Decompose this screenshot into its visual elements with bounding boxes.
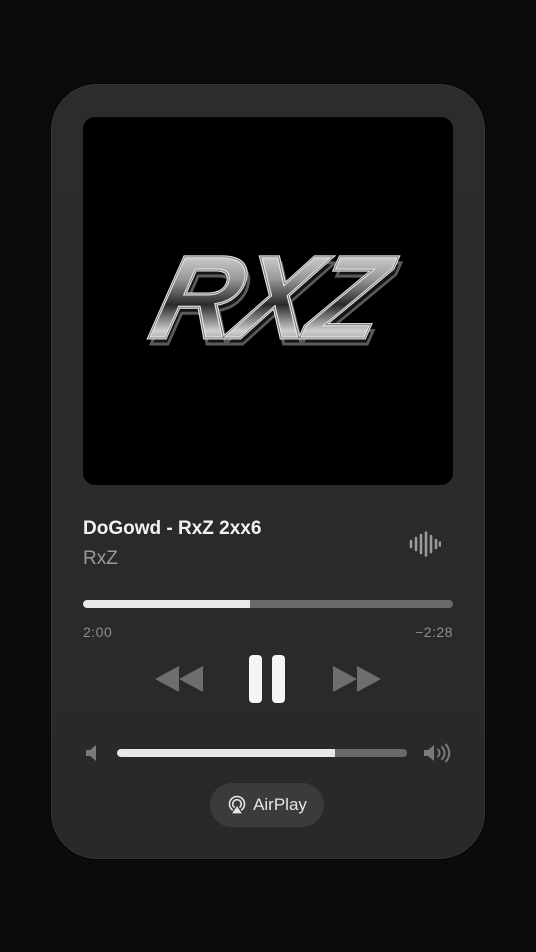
svg-text:RXZ: RXZ xyxy=(140,233,404,364)
airplay-button[interactable]: AirPlay xyxy=(210,783,324,827)
screen: RXZ RXZ RXZ DoGowd - RxZ 2xx6 RxZ 2:00 −… xyxy=(0,0,536,952)
speaker-low-icon[interactable] xyxy=(85,744,99,762)
track-artist[interactable]: RxZ xyxy=(83,548,118,570)
playback-scrubber[interactable] xyxy=(83,600,453,608)
now-playing-card: RXZ RXZ RXZ DoGowd - RxZ 2xx6 RxZ 2:00 −… xyxy=(51,84,485,859)
rewind-icon[interactable] xyxy=(153,664,205,694)
track-title: DoGowd - RxZ 2xx6 xyxy=(83,518,262,539)
fast-forward-icon[interactable] xyxy=(331,664,383,694)
album-artwork: RXZ RXZ RXZ xyxy=(83,117,453,485)
volume-slider[interactable] xyxy=(117,749,407,757)
time-remaining: −2:28 xyxy=(415,624,453,640)
audio-wave-icon[interactable] xyxy=(409,531,441,557)
rxz-logo: RXZ RXZ RXZ xyxy=(139,231,409,371)
time-elapsed: 2:00 xyxy=(83,624,113,640)
volume-fill xyxy=(117,749,335,757)
airplay-icon xyxy=(228,795,246,815)
airplay-label: AirPlay xyxy=(253,795,307,814)
pause-icon[interactable] xyxy=(247,654,287,704)
speaker-high-icon[interactable] xyxy=(423,743,451,763)
playback-progress-fill xyxy=(83,600,250,608)
